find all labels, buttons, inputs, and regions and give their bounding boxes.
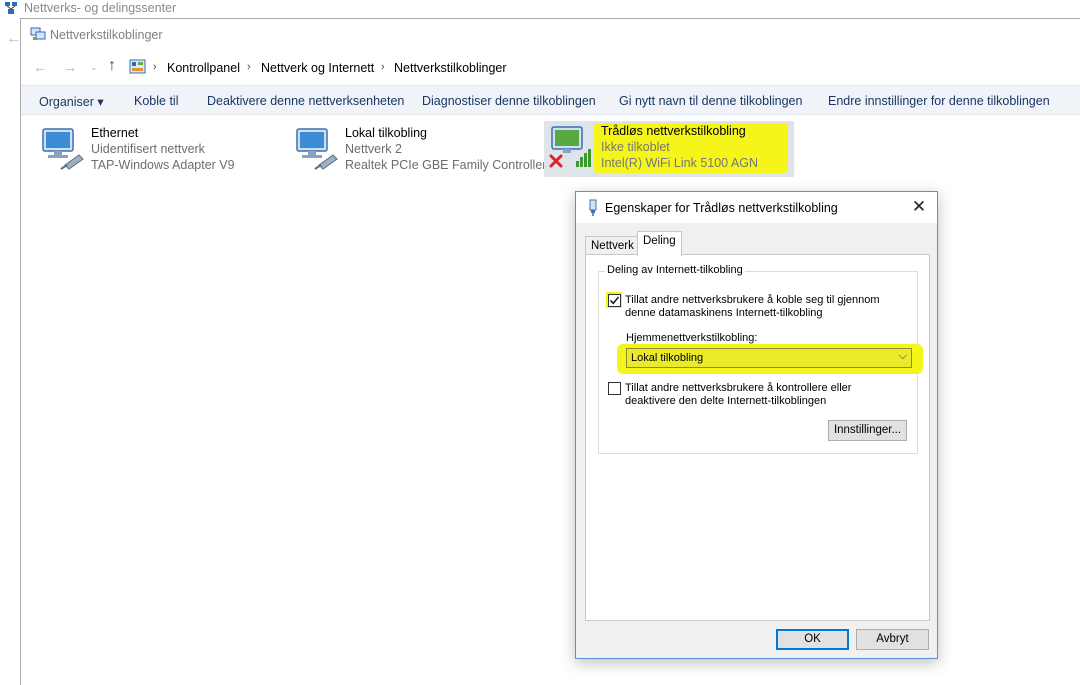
- sharing-tab-panel: Deling av Internett-tilkobling Tillat an…: [585, 254, 930, 621]
- breadcrumb-control-panel[interactable]: Kontrollpanel: [167, 61, 240, 75]
- up-arrow-icon[interactable]: ↑: [108, 57, 116, 75]
- allow-connect-checkbox[interactable]: [608, 294, 621, 307]
- window-title: Nettverkstilkoblinger: [50, 28, 163, 42]
- chevron-down-icon: ⌵: [898, 350, 907, 362]
- breadcrumb-network-internet[interactable]: Nettverk og Internett: [261, 61, 374, 75]
- allow-control-label: Tillat andre nettverksbrukere å kontroll…: [625, 382, 852, 394]
- diagnose-button[interactable]: Diagnostiser denne tilkoblingen: [422, 94, 596, 108]
- background-titlebar: Nettverks- og delingssenter: [0, 0, 1080, 18]
- organise-menu[interactable]: Organiser ▾: [39, 94, 104, 109]
- background-window-title: Nettverks- og delingssenter: [24, 1, 177, 15]
- network-connections-icon: [30, 27, 46, 40]
- change-settings-button[interactable]: Endre innstillinger for denne tilkobling…: [828, 94, 1050, 108]
- breadcrumb-separator-icon: ›: [247, 61, 251, 73]
- breadcrumb-separator-icon: ›: [381, 61, 385, 73]
- wireless-connection-icon: [549, 126, 591, 168]
- connection-status: Uidentifisert nettverk: [91, 142, 205, 156]
- window-titlebar: Nettverkstilkoblinger: [21, 19, 1080, 51]
- command-toolbar: Organiser ▾ Koble til Deaktivere denne n…: [21, 85, 1080, 115]
- allow-control-checkbox[interactable]: [608, 382, 621, 395]
- cancel-button[interactable]: Avbryt: [856, 629, 929, 650]
- control-panel-icon: [129, 59, 146, 74]
- wired-connection-icon: [42, 128, 84, 170]
- tab-network[interactable]: Nettverk: [585, 236, 640, 255]
- wired-connection-icon: [296, 128, 338, 170]
- connection-name: Lokal tilkobling: [345, 126, 427, 140]
- properties-dialog: Egenskaper for Trådløs nettverkstilkobli…: [575, 191, 938, 659]
- address-bar: ← → ⌄ ↑ › Kontrollpanel › Nettverk og In…: [21, 53, 1080, 83]
- connection-device: TAP-Windows Adapter V9: [91, 158, 235, 172]
- tab-sharing[interactable]: Deling: [637, 231, 682, 256]
- home-network-select[interactable]: Lokal tilkobling ⌵: [626, 348, 912, 368]
- connection-device: Intel(R) WiFi Link 5100 AGN: [601, 156, 758, 170]
- recent-locations-chevron-icon[interactable]: ⌄: [90, 62, 98, 73]
- ok-button[interactable]: OK: [776, 629, 849, 650]
- home-network-label: Hjemmenettverkstilkobling:: [626, 332, 758, 344]
- disable-device-button[interactable]: Deaktivere denne nettverksenheten: [207, 94, 404, 108]
- connection-wireless[interactable]: Trådløs nettverkstilkobling Ikke tilkobl…: [544, 121, 794, 177]
- connect-button[interactable]: Koble til: [134, 94, 178, 108]
- allow-connect-label-line2: denne datamaskinens Internett-tilkobling: [625, 307, 823, 319]
- network-center-icon: [5, 2, 17, 14]
- network-adapter-icon: [589, 199, 597, 216]
- group-label: Deling av Internett-tilkobling: [605, 264, 745, 276]
- back-arrow-icon[interactable]: ←: [33, 59, 47, 75]
- close-icon[interactable]: ✕: [909, 197, 929, 217]
- dialog-title: Egenskaper for Trådløs nettverkstilkobli…: [605, 201, 838, 215]
- connection-name: Trådløs nettverkstilkobling: [601, 124, 746, 138]
- checkmark-icon: [609, 296, 620, 305]
- connection-local[interactable]: Lokal tilkobling Nettverk 2 Realtek PCIe…: [293, 123, 547, 177]
- ics-group: Deling av Internett-tilkobling Tillat an…: [598, 264, 923, 454]
- connection-status: Nettverk 2: [345, 142, 402, 156]
- forward-arrow-icon[interactable]: →: [63, 59, 77, 75]
- connection-name: Ethernet: [91, 126, 139, 140]
- breadcrumb-network-connections[interactable]: Nettverkstilkoblinger: [394, 61, 507, 75]
- allow-control-label-line2: deaktivere den delte Internett-tilkoblin…: [625, 395, 827, 407]
- home-network-value: Lokal tilkobling: [631, 352, 704, 364]
- dialog-titlebar: Egenskaper for Trådløs nettverkstilkobli…: [576, 192, 937, 223]
- connection-ethernet[interactable]: Ethernet Uidentifisert nettverk TAP-Wind…: [39, 123, 269, 177]
- breadcrumb-separator-icon: ›: [153, 61, 157, 73]
- connection-device: Realtek PCIe GBE Family Controller: [345, 158, 547, 172]
- rename-button[interactable]: Gi nytt navn til denne tilkoblingen: [619, 94, 802, 108]
- allow-connect-label: Tillat andre nettverksbrukere å koble se…: [625, 294, 880, 306]
- connection-status: Ikke tilkoblet: [601, 140, 670, 154]
- settings-button[interactable]: Innstillinger...: [828, 420, 907, 441]
